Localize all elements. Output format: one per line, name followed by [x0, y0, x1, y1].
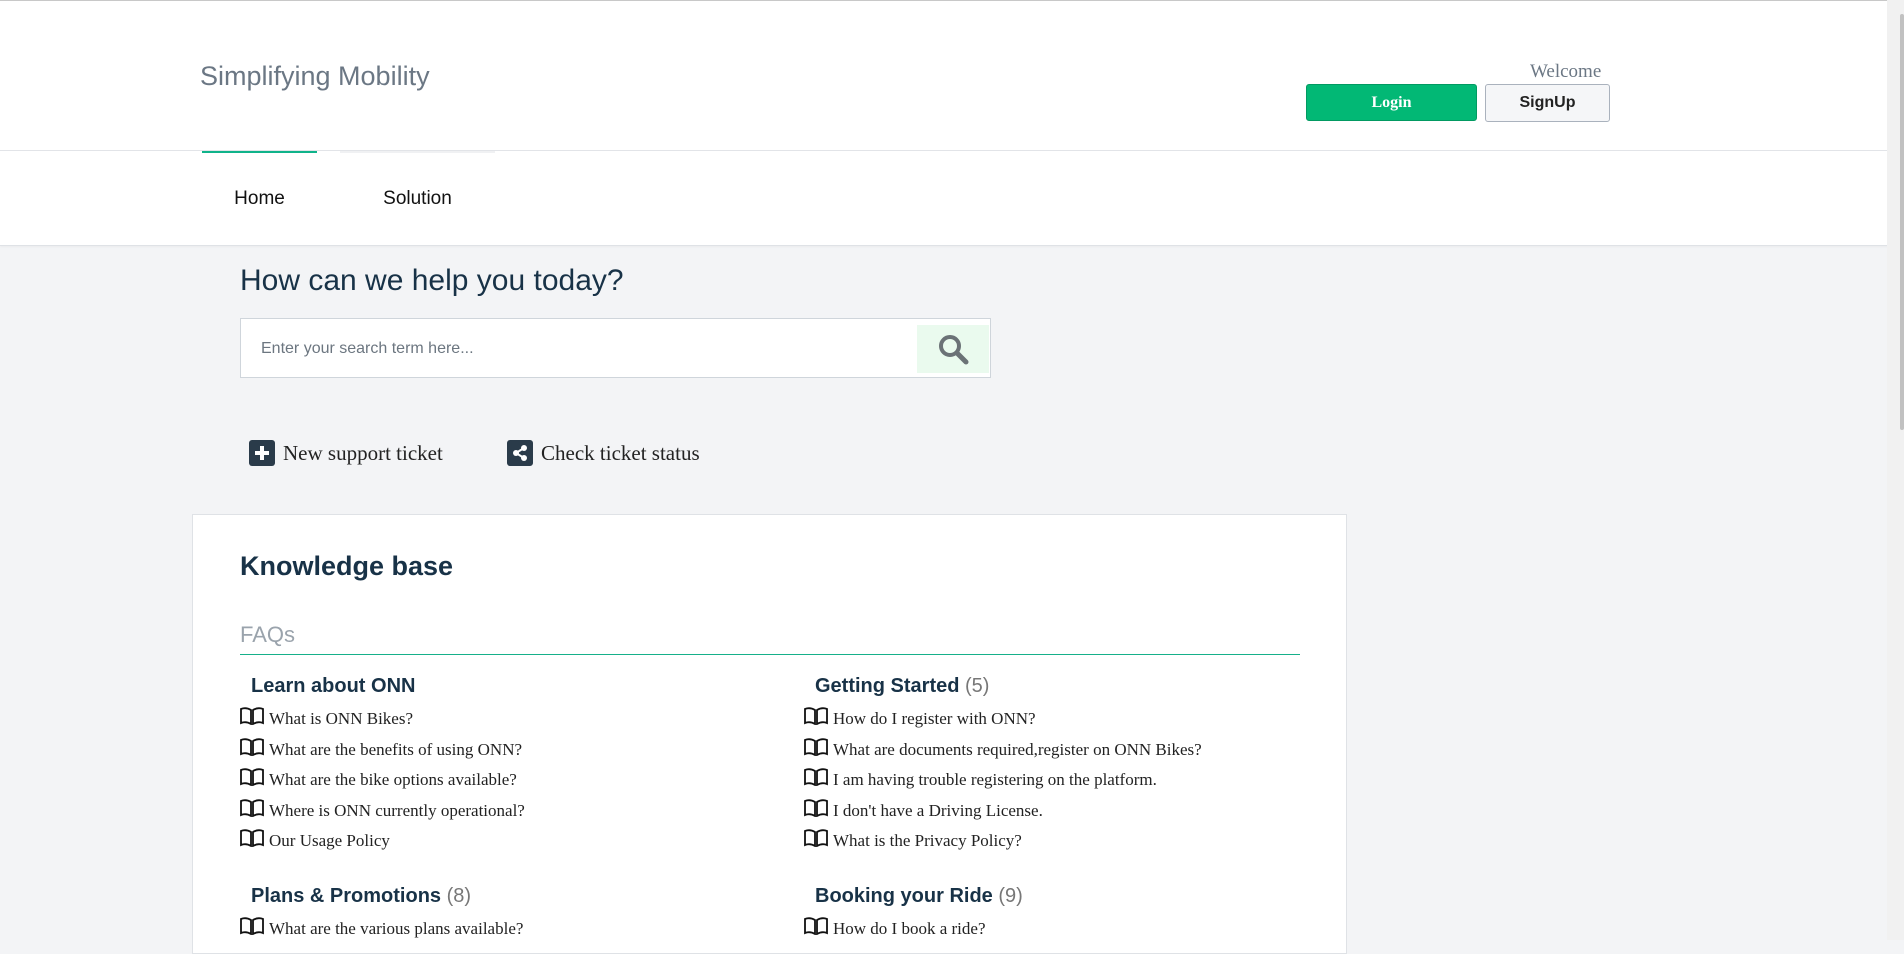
divider [240, 654, 1300, 655]
category-learn-about-onn: Learn about ONN What is ONN Bikes? What … [240, 672, 760, 857]
article-title[interactable]: What are the various plans available? [269, 919, 523, 939]
article-item[interactable]: What are documents required,register on … [804, 735, 1324, 766]
book-icon [804, 917, 828, 936]
book-icon [804, 768, 828, 787]
article-title[interactable]: How do I register with ONN? [833, 709, 1036, 729]
category-title[interactable]: Plans & Promotions [251, 885, 441, 907]
book-icon [804, 799, 828, 817]
article-item[interactable]: Where is ONN currently operational? [240, 796, 760, 827]
article-item[interactable]: Our Usage Policy [240, 826, 760, 857]
book-icon [240, 768, 264, 787]
search-input[interactable] [259, 331, 953, 367]
category-count: (8) [446, 885, 472, 907]
article-item[interactable]: I am having trouble registering on the p… [804, 765, 1324, 796]
book-icon [804, 829, 828, 848]
category-booking-your-ride: Booking your Ride (9) How do I book a ri… [804, 882, 1324, 945]
article-title[interactable]: I am having trouble registering on the p… [833, 770, 1157, 790]
category-title[interactable]: Getting Started [815, 675, 959, 697]
article-title[interactable]: I don't have a Driving License. [833, 801, 1043, 821]
login-button[interactable]: Login [1306, 84, 1477, 121]
article-title[interactable]: Where is ONN currently operational? [269, 801, 525, 821]
article-title[interactable]: What are documents required,register on … [833, 740, 1202, 760]
new-support-ticket-link[interactable]: New support ticket [249, 436, 443, 470]
article-item[interactable]: What is ONN Bikes? [240, 704, 760, 735]
brand-title[interactable]: Simplifying Mobility [200, 61, 430, 92]
category-plans-promotions: Plans & Promotions (8) What are the vari… [240, 882, 760, 945]
category-heading[interactable]: Learn about ONN [251, 672, 760, 704]
category-title[interactable]: Booking your Ride [815, 885, 993, 907]
book-icon [240, 738, 264, 756]
signup-button[interactable]: SignUp [1485, 84, 1610, 122]
share-square-icon [507, 440, 533, 466]
faqs-section-title[interactable]: FAQs [240, 622, 295, 648]
article-title[interactable]: Our Usage Policy [269, 831, 390, 851]
portal-header: Simplifying Mobility Welcome Login SignU… [0, 1, 1904, 151]
book-icon [240, 799, 264, 817]
book-icon [240, 917, 264, 936]
category-heading[interactable]: Booking your Ride (9) [815, 882, 1324, 914]
main-nav: Home Solution [0, 151, 1904, 246]
book-icon [240, 707, 264, 726]
article-item[interactable]: I don't have a Driving License. [804, 796, 1324, 827]
category-count: (5) [965, 675, 990, 697]
new-support-ticket-label: New support ticket [283, 440, 443, 465]
category-heading[interactable]: Plans & Promotions (8) [251, 882, 760, 914]
tab-home[interactable]: Home [202, 151, 317, 245]
book-icon [240, 829, 264, 848]
article-title[interactable]: How do I book a ride? [833, 919, 986, 939]
article-title[interactable]: What is ONN Bikes? [269, 709, 413, 729]
check-ticket-status-link[interactable]: Check ticket status [507, 436, 700, 470]
category-getting-started: Getting Started (5) How do I register wi… [804, 672, 1324, 857]
search-button[interactable] [917, 325, 989, 373]
knowledge-base-panel: Knowledge base FAQs Learn about ONN What… [192, 514, 1347, 954]
search-icon [939, 335, 969, 365]
knowledge-base-title: Knowledge base [240, 551, 454, 581]
category-count: (9) [998, 885, 1023, 907]
book-icon [804, 738, 828, 756]
article-item[interactable]: What are the bike options available? [240, 765, 760, 796]
category-title[interactable]: Learn about ONN [251, 675, 415, 697]
plus-square-icon [249, 440, 275, 466]
article-title[interactable]: What are the benefits of using ONN? [269, 740, 522, 760]
tab-solution[interactable]: Solution [340, 151, 495, 245]
scrollbar-thumb[interactable] [1900, 14, 1904, 430]
article-item[interactable]: What is the Privacy Policy? [804, 826, 1324, 857]
book-icon [804, 707, 828, 726]
welcome-text: Welcome [1530, 61, 1602, 82]
search-box [240, 318, 991, 378]
help-heading: How can we help you today? [240, 264, 624, 297]
category-heading[interactable]: Getting Started (5) [815, 672, 1324, 704]
article-title[interactable]: What is the Privacy Policy? [833, 831, 1022, 851]
article-title[interactable]: What are the bike options available? [269, 770, 517, 790]
article-item[interactable]: What are the benefits of using ONN? [240, 735, 760, 766]
article-item[interactable]: How do I register with ONN? [804, 704, 1324, 735]
check-ticket-status-label: Check ticket status [541, 440, 700, 465]
